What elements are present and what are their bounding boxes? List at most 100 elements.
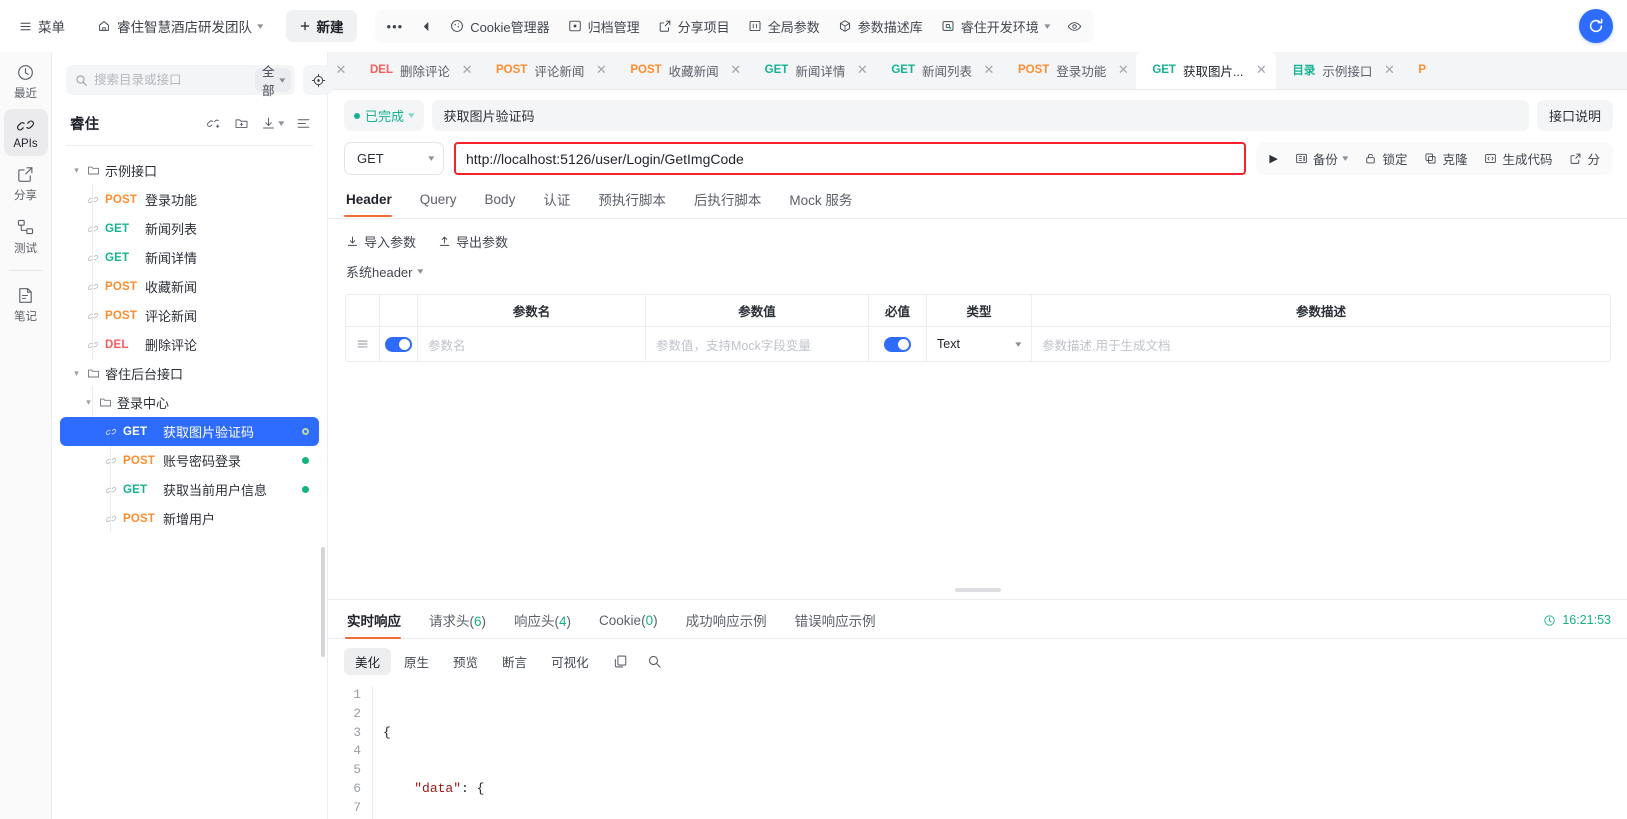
editor-tab[interactable]: POST 登录功能 <box>1002 52 1110 89</box>
tab-response-headers[interactable]: 响应头(4) <box>500 610 585 638</box>
system-header-toggle[interactable]: 系统header ▾ <box>328 251 439 281</box>
tab-body[interactable]: Body <box>471 192 530 216</box>
subtab-preview[interactable]: 预览 <box>442 648 489 675</box>
tab-mock-service[interactable]: Mock 服务 <box>775 189 866 218</box>
tab-post-script[interactable]: 后执行脚本 <box>680 189 776 218</box>
subtab-beautify[interactable]: 美化 <box>344 648 392 675</box>
tab-request-headers[interactable]: 请求头(6) <box>415 610 500 638</box>
editor-tab[interactable]: GET 新闻列表 <box>875 52 976 89</box>
copy-icon[interactable] <box>608 650 634 674</box>
sync-button[interactable] <box>1579 9 1613 43</box>
tab-auth[interactable]: 认证 <box>529 189 584 218</box>
tree-api-item[interactable]: POST 账号密码登录 <box>60 446 319 475</box>
generate-code-button[interactable]: 生成代码 <box>1476 144 1560 173</box>
rail-item-apis[interactable]: APIs <box>3 109 48 156</box>
tree-api-item[interactable]: POST 登录功能 <box>60 185 319 214</box>
share-project-button[interactable]: 分享项目 <box>650 12 738 41</box>
tree-api-item[interactable]: GET 新闻详情 <box>60 243 319 272</box>
request-name-field[interactable]: 获取图片验证码 <box>431 100 1529 131</box>
panel-splitter[interactable] <box>328 581 1627 599</box>
required-toggle[interactable] <box>884 336 911 352</box>
rail-item-test[interactable]: 测试 <box>4 211 48 262</box>
locate-button[interactable] <box>303 65 334 95</box>
editor-tab[interactable]: 目录 示例接口 <box>1276 52 1376 89</box>
editor-tab-active[interactable]: GET 获取图片... ✕ <box>1136 52 1277 89</box>
url-input[interactable]: http://localhost:5126/user/Login/GetImgC… <box>454 142 1247 175</box>
tree-api-item[interactable]: GET 获取当前用户信息 <box>60 475 319 504</box>
export-params-button[interactable]: 导出参数 <box>438 232 508 251</box>
environment-selector[interactable]: 睿住开发环境 ▾ <box>933 12 1058 41</box>
send-button[interactable]: ▶ <box>1261 147 1285 170</box>
tab-pre-script[interactable]: 预执行脚本 <box>584 189 680 218</box>
tab-close-icon[interactable]: ✕ <box>1110 52 1136 89</box>
editor-tab[interactable]: DEL 删除评论 <box>354 52 454 89</box>
tab-close-icon[interactable]: ✕ <box>1376 52 1402 89</box>
tab-query[interactable]: Query <box>406 192 471 216</box>
subtab-raw[interactable]: 原生 <box>393 648 440 675</box>
tab-close-icon[interactable]: ✕ <box>588 52 614 89</box>
subtab-visualize[interactable]: 可视化 <box>540 648 600 675</box>
tab-header[interactable]: Header <box>344 192 406 217</box>
method-select[interactable]: GET ▾ <box>344 142 444 175</box>
rail-item-notes[interactable]: 笔记 <box>4 279 48 330</box>
tree-folder-login-center[interactable]: ▾ 登录中心 <box>60 388 319 417</box>
search-icon[interactable] <box>642 650 668 674</box>
tab-success-example[interactable]: 成功响应示例 <box>672 610 781 638</box>
param-library-button[interactable]: 参数描述库 <box>830 12 931 41</box>
tab-close-icon[interactable]: ✕ <box>849 52 875 89</box>
menu-button[interactable]: 菜单 <box>10 11 74 41</box>
response-body-editor[interactable]: 1 2 3 4 5 6 7 8 9 { "data": { "img <box>328 683 1627 819</box>
param-type-select[interactable]: Text ▾ <box>927 327 1032 361</box>
tab-error-example[interactable]: 错误响应示例 <box>781 610 890 638</box>
sort-icon[interactable] <box>291 111 315 135</box>
param-desc-input[interactable]: 参数描述.用于生成文档 <box>1032 327 1610 361</box>
preview-toggle-button[interactable] <box>1059 14 1090 39</box>
tree-folder-example[interactable]: ▾ 示例接口 <box>60 156 319 185</box>
tree-folder-backend[interactable]: ▾ 睿住后台接口 <box>60 359 319 388</box>
sidebar-scrollbar[interactable] <box>321 547 325 657</box>
rail-item-share[interactable]: 分享 <box>4 158 48 209</box>
editor-tab[interactable]: P <box>1402 52 1430 89</box>
cookie-manager-button[interactable]: Cookie管理器 <box>442 12 557 41</box>
more-options-button[interactable]: ••• <box>379 14 412 39</box>
tree-api-item[interactable]: POST 评论新闻 <box>60 301 319 330</box>
row-enabled-toggle[interactable] <box>385 336 412 352</box>
param-name-input[interactable]: 参数名 <box>418 327 646 361</box>
rail-item-recent[interactable]: 最近 <box>4 56 48 107</box>
tab-realtime-response[interactable]: 实时响应 <box>345 610 415 639</box>
tab-close-icon[interactable]: ✕ <box>976 52 1002 89</box>
editor-tab[interactable]: GET 新闻详情 <box>749 52 850 89</box>
search-input[interactable] <box>88 73 255 87</box>
status-selector[interactable]: 已完成 ▾ <box>344 100 424 131</box>
lock-button[interactable]: 锁定 <box>1356 144 1415 173</box>
tree-api-item[interactable]: POST 收藏新闻 <box>60 272 319 301</box>
tree-api-item[interactable]: DEL 删除评论 <box>60 330 319 359</box>
team-selector[interactable]: 睿住智慧酒店研发团队 ▾ <box>88 11 272 41</box>
search-container[interactable]: 全部 ▾ <box>66 65 296 98</box>
tree-api-item-selected[interactable]: GET 获取图片验证码 <box>60 417 319 446</box>
archive-manager-button[interactable]: 归档管理 <box>560 12 648 41</box>
backup-button[interactable]: 备份 ▾ <box>1287 144 1356 173</box>
tab-close-icon[interactable]: ✕ <box>723 52 749 89</box>
search-scope-selector[interactable]: 全部 ▾ <box>255 65 292 98</box>
share-request-button[interactable]: 分 <box>1561 144 1608 173</box>
import-params-button[interactable]: 导入参数 <box>346 232 416 251</box>
clone-button[interactable]: 克隆 <box>1416 144 1475 173</box>
param-value-input[interactable]: 参数值，支持Mock字段变量 <box>646 327 869 361</box>
tree-api-item[interactable]: POST 新增用户 <box>60 504 319 533</box>
new-folder-icon[interactable] <box>229 111 253 135</box>
back-button[interactable] <box>413 16 440 37</box>
tab-cookie[interactable]: Cookie(0) <box>585 613 672 636</box>
import-icon[interactable]: ▾ <box>257 111 287 135</box>
new-button[interactable]: 新建 <box>285 10 357 42</box>
editor-tab[interactable]: POST 收藏新闻 <box>614 52 722 89</box>
api-description-button[interactable]: 接口说明 <box>1536 100 1613 131</box>
editor-tab[interactable]: POST 评论新闻 <box>480 52 588 89</box>
add-link-icon[interactable] <box>201 111 225 135</box>
drag-handle[interactable] <box>346 327 380 361</box>
subtab-assertion[interactable]: 断言 <box>491 648 538 675</box>
global-params-button[interactable]: 全局参数 <box>740 12 828 41</box>
tree-api-item[interactable]: GET 新闻列表 <box>60 214 319 243</box>
tab-close-icon[interactable]: ✕ <box>454 52 480 89</box>
tab-close-icon[interactable]: ✕ <box>1250 52 1272 89</box>
